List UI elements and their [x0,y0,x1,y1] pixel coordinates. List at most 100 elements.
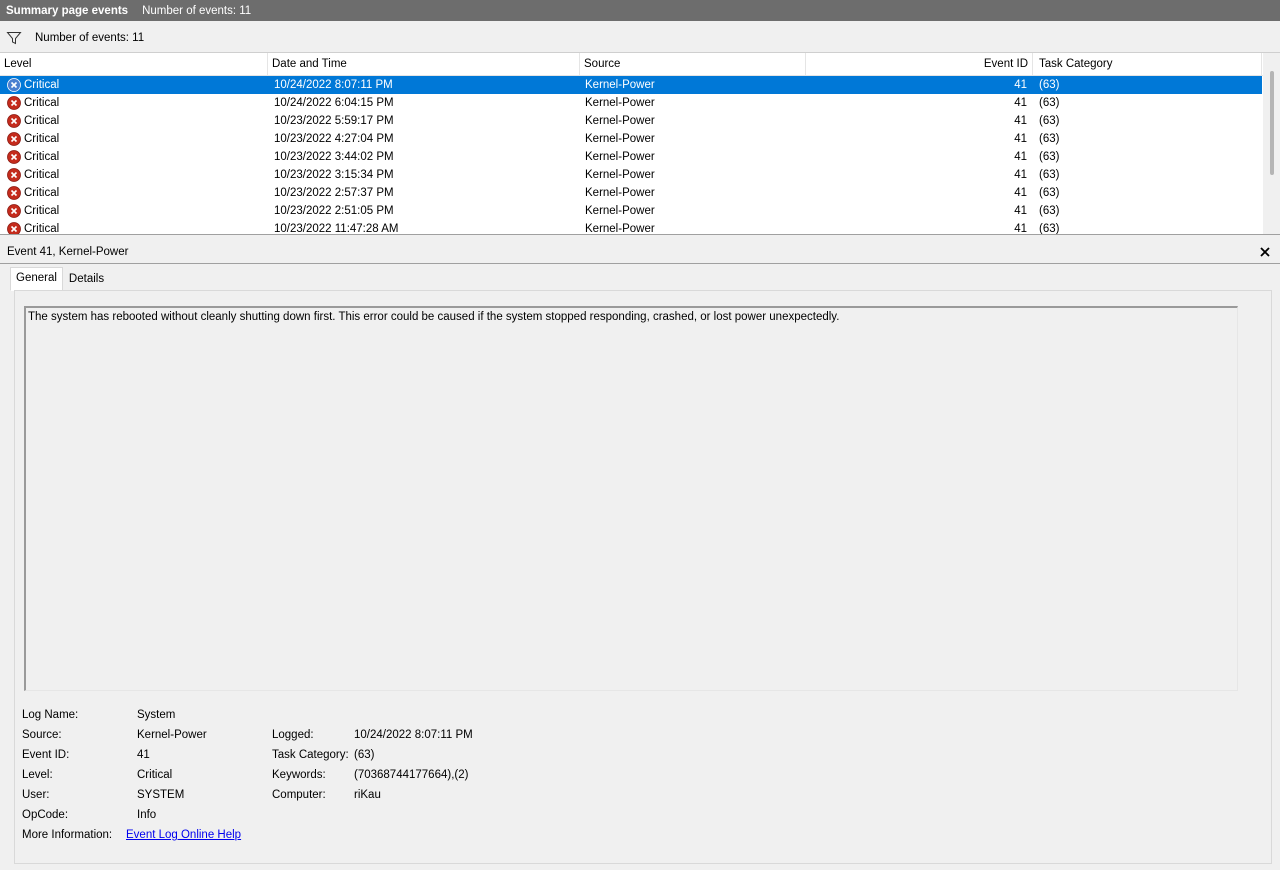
source-cell: Kernel-Power [585,187,655,199]
keywords-value: (70368744177664),(2) [354,769,469,781]
level-cell: Critical [24,205,60,217]
column-header-event-id[interactable]: Event ID [806,53,1033,75]
task-category-cell: (63) [1039,97,1060,109]
task-category-value: (63) [354,749,375,761]
event-detail-title: Event 41, Kernel-Power [7,246,129,258]
event-log-online-help-link[interactable]: Event Log Online Help [126,829,241,841]
task-category-cell: (63) [1039,151,1060,163]
detail-tabs: General Details [10,267,110,291]
level-cell: Critical [24,187,60,199]
level-cell: Critical [24,79,60,91]
event-id-cell: 41 [1014,151,1027,163]
level-cell: Critical [24,223,60,235]
critical-error-icon [7,150,21,164]
task-category-label: Task Category: [272,749,349,761]
task-category-cell: (63) [1039,115,1060,127]
column-header-level[interactable]: Level [0,53,268,75]
filter-funnel-icon[interactable] [6,30,22,46]
datetime-cell: 10/23/2022 11:47:28 AM [274,223,399,235]
grid-header: Level Date and Time Source Event ID Task… [0,53,1280,76]
close-icon[interactable] [1259,246,1271,258]
table-row[interactable]: Critical 10/23/2022 2:57:37 PM Kernel-Powe… [0,184,1262,202]
logged-label: Logged: [272,729,314,741]
log-name-label: Log Name: [22,709,79,721]
logged-value: 10/24/2022 8:07:11 PM [354,729,473,741]
table-row[interactable]: Critical 10/23/2022 3:44:02 PM Kernel-Powe… [0,148,1262,166]
tab-details[interactable]: Details [63,268,110,290]
event-id-cell: 41 [1014,79,1027,91]
event-id-cell: 41 [1014,97,1027,109]
level-value: Critical [137,769,173,781]
critical-error-icon [7,168,21,182]
critical-error-icon [7,78,21,92]
window-title: Summary page events [6,4,129,17]
event-id-label: Event ID: [22,749,70,761]
source-value: Kernel-Power [137,729,207,741]
source-cell: Kernel-Power [585,97,655,109]
table-row[interactable]: Critical 10/23/2022 4:27:04 PM Kernel-Powe… [0,130,1262,148]
filter-bar: Number of events: 11 [0,24,1280,52]
tab-general[interactable]: General [10,267,63,291]
grid-scrollbar[interactable] [1263,53,1280,235]
column-header-source-label: Source [584,58,621,70]
level-cell: Critical [24,97,60,109]
event-id-cell: 41 [1014,205,1027,217]
column-header-source[interactable]: Source [580,53,806,75]
source-cell: Kernel-Power [585,223,655,235]
datetime-cell: 10/23/2022 2:51:05 PM [274,205,394,217]
level-cell: Critical [24,133,60,145]
task-category-cell: (63) [1039,169,1060,181]
datetime-cell: 10/23/2022 3:44:02 PM [274,151,394,163]
critical-error-icon [7,114,21,128]
table-row[interactable]: Critical 10/23/2022 3:15:34 PM Kernel-Powe… [0,166,1262,184]
critical-error-icon [7,204,21,218]
table-row[interactable]: Critical 10/24/2022 6:04:15 PM Kernel-Powe… [0,94,1262,112]
level-cell: Critical [24,169,60,181]
task-category-cell: (63) [1039,133,1060,145]
source-cell: Kernel-Power [585,79,655,91]
title-bar: Summary page events Number of events: 11 [0,0,1280,21]
column-header-task-category[interactable]: Task Category [1033,53,1262,75]
task-category-cell: (63) [1039,223,1060,235]
source-label: Source: [22,729,62,741]
pane-splitter[interactable] [0,234,1280,240]
event-detail-header: Event 41, Kernel-Power [0,241,1280,264]
user-label: User: [22,789,50,801]
table-row[interactable]: Critical 10/24/2022 8:07:11 PM Kernel-Powe… [0,76,1262,94]
filter-event-count: Number of events: 11 [35,32,145,44]
source-cell: Kernel-Power [585,169,655,181]
computer-label: Computer: [272,789,326,801]
table-row[interactable]: Critical 10/23/2022 2:51:05 PM Kernel-Powe… [0,202,1262,220]
datetime-cell: 10/23/2022 4:27:04 PM [274,133,394,145]
event-id-cell: 41 [1014,187,1027,199]
source-cell: Kernel-Power [585,205,655,217]
table-row[interactable]: Critical 10/23/2022 11:47:28 AM Kernel-Pow… [0,220,1262,235]
task-category-cell: (63) [1039,79,1060,91]
event-id-cell: 41 [1014,115,1027,127]
grid-rows: Critical 10/24/2022 8:07:11 PM Kernel-Powe… [0,76,1262,235]
datetime-cell: 10/24/2022 8:07:11 PM [274,79,393,91]
grid-scrollbar-thumb[interactable] [1270,71,1274,175]
event-id-cell: 41 [1014,169,1027,181]
events-grid: Level Date and Time Source Event ID Task… [0,52,1280,235]
computer-value: riKau [354,789,381,801]
column-header-date-time[interactable]: Date and Time [268,53,580,75]
source-cell: Kernel-Power [585,151,655,163]
event-id-cell: 41 [1014,133,1027,145]
level-cell: Critical [24,115,60,127]
datetime-cell: 10/23/2022 3:15:34 PM [274,169,394,181]
log-name-value: System [137,709,176,721]
level-label: Level: [22,769,53,781]
event-id-value: 41 [137,749,150,761]
task-category-cell: (63) [1039,187,1060,199]
event-message[interactable]: The system has rebooted without cleanly … [24,306,1238,691]
table-row[interactable]: Critical 10/23/2022 5:59:17 PM Kernel-Powe… [0,112,1262,130]
keywords-label: Keywords: [272,769,326,781]
user-value: SYSTEM [137,789,185,801]
critical-error-icon [7,186,21,200]
more-information-label: More Information: [22,829,113,841]
source-cell: Kernel-Power [585,115,655,127]
critical-error-icon [7,132,21,146]
datetime-cell: 10/24/2022 6:04:15 PM [274,97,394,109]
opcode-value: Info [137,809,157,821]
